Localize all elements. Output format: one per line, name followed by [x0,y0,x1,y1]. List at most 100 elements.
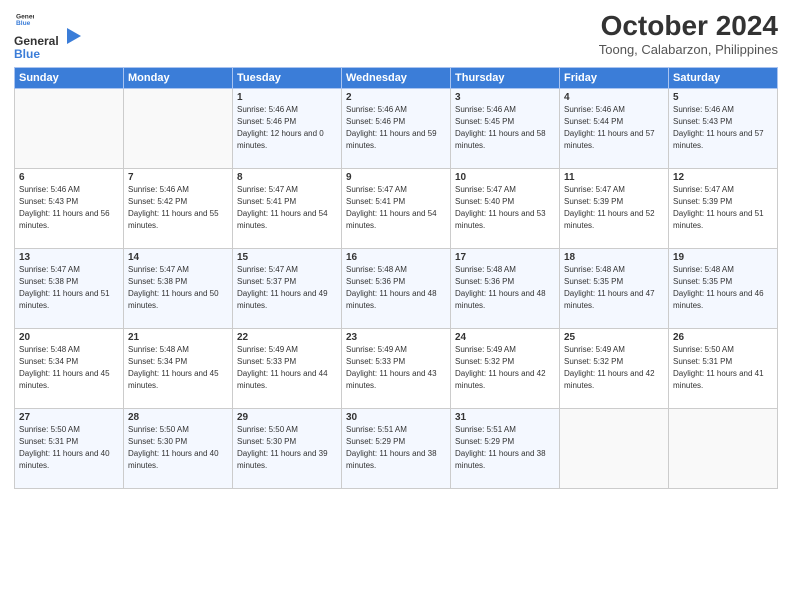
header-wednesday: Wednesday [342,68,451,89]
day-number: 7 [128,172,228,183]
calendar-cell: 7Sunrise: 5:46 AMSunset: 5:42 PMDaylight… [124,169,233,249]
day-number: 20 [19,332,119,343]
day-info: Sunrise: 5:48 AMSunset: 5:34 PMDaylight:… [19,344,119,392]
day-info: Sunrise: 5:50 AMSunset: 5:31 PMDaylight:… [673,344,773,392]
day-number: 31 [455,412,555,423]
day-info: Sunrise: 5:49 AMSunset: 5:32 PMDaylight:… [455,344,555,392]
calendar-cell [560,409,669,489]
week-row-3: 13Sunrise: 5:47 AMSunset: 5:38 PMDayligh… [15,249,778,329]
day-number: 12 [673,172,773,183]
day-number: 5 [673,92,773,103]
calendar-cell: 13Sunrise: 5:47 AMSunset: 5:38 PMDayligh… [15,249,124,329]
calendar-container: General Blue General Blue October 2024 T… [0,0,792,612]
day-info: Sunrise: 5:46 AMSunset: 5:44 PMDaylight:… [564,104,664,152]
day-info: Sunrise: 5:47 AMSunset: 5:40 PMDaylight:… [455,184,555,232]
calendar-cell: 26Sunrise: 5:50 AMSunset: 5:31 PMDayligh… [669,329,778,409]
day-number: 18 [564,252,664,263]
day-info: Sunrise: 5:47 AMSunset: 5:38 PMDaylight:… [19,264,119,312]
day-number: 8 [237,172,337,183]
day-info: Sunrise: 5:47 AMSunset: 5:41 PMDaylight:… [346,184,446,232]
calendar-cell [15,89,124,169]
title-block: October 2024 Toong, Calabarzon, Philippi… [599,10,778,57]
day-number: 4 [564,92,664,103]
week-row-5: 27Sunrise: 5:50 AMSunset: 5:31 PMDayligh… [15,409,778,489]
day-number: 29 [237,412,337,423]
day-number: 30 [346,412,446,423]
calendar-cell: 20Sunrise: 5:48 AMSunset: 5:34 PMDayligh… [15,329,124,409]
day-info: Sunrise: 5:47 AMSunset: 5:38 PMDaylight:… [128,264,228,312]
calendar-cell: 1Sunrise: 5:46 AMSunset: 5:46 PMDaylight… [233,89,342,169]
day-info: Sunrise: 5:47 AMSunset: 5:37 PMDaylight:… [237,264,337,312]
week-row-2: 6Sunrise: 5:46 AMSunset: 5:43 PMDaylight… [15,169,778,249]
day-info: Sunrise: 5:46 AMSunset: 5:45 PMDaylight:… [455,104,555,152]
day-number: 28 [128,412,228,423]
day-info: Sunrise: 5:49 AMSunset: 5:33 PMDaylight:… [237,344,337,392]
day-number: 17 [455,252,555,263]
calendar-cell: 16Sunrise: 5:48 AMSunset: 5:36 PMDayligh… [342,249,451,329]
calendar-cell: 28Sunrise: 5:50 AMSunset: 5:30 PMDayligh… [124,409,233,489]
day-info: Sunrise: 5:46 AMSunset: 5:43 PMDaylight:… [673,104,773,152]
day-info: Sunrise: 5:48 AMSunset: 5:35 PMDaylight:… [564,264,664,312]
day-info: Sunrise: 5:47 AMSunset: 5:39 PMDaylight:… [564,184,664,232]
day-info: Sunrise: 5:46 AMSunset: 5:43 PMDaylight:… [19,184,119,232]
logo: General Blue General Blue [14,10,85,61]
svg-text:General: General [16,13,34,20]
day-info: Sunrise: 5:46 AMSunset: 5:46 PMDaylight:… [346,104,446,152]
day-info: Sunrise: 5:50 AMSunset: 5:30 PMDaylight:… [237,424,337,472]
calendar-cell: 30Sunrise: 5:51 AMSunset: 5:29 PMDayligh… [342,409,451,489]
calendar-cell: 8Sunrise: 5:47 AMSunset: 5:41 PMDaylight… [233,169,342,249]
header-monday: Monday [124,68,233,89]
day-info: Sunrise: 5:47 AMSunset: 5:39 PMDaylight:… [673,184,773,232]
day-number: 9 [346,172,446,183]
day-info: Sunrise: 5:48 AMSunset: 5:36 PMDaylight:… [346,264,446,312]
calendar-table: Sunday Monday Tuesday Wednesday Thursday… [14,67,778,489]
week-row-1: 1Sunrise: 5:46 AMSunset: 5:46 PMDaylight… [15,89,778,169]
day-info: Sunrise: 5:50 AMSunset: 5:31 PMDaylight:… [19,424,119,472]
calendar-cell: 14Sunrise: 5:47 AMSunset: 5:38 PMDayligh… [124,249,233,329]
day-number: 21 [128,332,228,343]
day-number: 27 [19,412,119,423]
logo-arrow-icon [63,25,85,47]
calendar-body: 1Sunrise: 5:46 AMSunset: 5:46 PMDaylight… [15,89,778,489]
calendar-cell: 25Sunrise: 5:49 AMSunset: 5:32 PMDayligh… [560,329,669,409]
calendar-cell [669,409,778,489]
calendar-cell: 5Sunrise: 5:46 AMSunset: 5:43 PMDaylight… [669,89,778,169]
day-number: 13 [19,252,119,263]
day-number: 10 [455,172,555,183]
calendar-cell: 23Sunrise: 5:49 AMSunset: 5:33 PMDayligh… [342,329,451,409]
day-number: 19 [673,252,773,263]
day-info: Sunrise: 5:51 AMSunset: 5:29 PMDaylight:… [455,424,555,472]
calendar-cell: 4Sunrise: 5:46 AMSunset: 5:44 PMDaylight… [560,89,669,169]
calendar-cell: 24Sunrise: 5:49 AMSunset: 5:32 PMDayligh… [451,329,560,409]
header-saturday: Saturday [669,68,778,89]
day-number: 25 [564,332,664,343]
calendar-cell: 31Sunrise: 5:51 AMSunset: 5:29 PMDayligh… [451,409,560,489]
day-info: Sunrise: 5:51 AMSunset: 5:29 PMDaylight:… [346,424,446,472]
day-info: Sunrise: 5:46 AMSunset: 5:46 PMDaylight:… [237,104,337,152]
calendar-cell: 17Sunrise: 5:48 AMSunset: 5:36 PMDayligh… [451,249,560,329]
day-info: Sunrise: 5:48 AMSunset: 5:36 PMDaylight:… [455,264,555,312]
calendar-cell: 6Sunrise: 5:46 AMSunset: 5:43 PMDaylight… [15,169,124,249]
calendar-cell: 3Sunrise: 5:46 AMSunset: 5:45 PMDaylight… [451,89,560,169]
calendar-cell: 10Sunrise: 5:47 AMSunset: 5:40 PMDayligh… [451,169,560,249]
day-info: Sunrise: 5:49 AMSunset: 5:33 PMDaylight:… [346,344,446,392]
calendar-cell: 11Sunrise: 5:47 AMSunset: 5:39 PMDayligh… [560,169,669,249]
calendar-cell: 12Sunrise: 5:47 AMSunset: 5:39 PMDayligh… [669,169,778,249]
day-number: 3 [455,92,555,103]
day-info: Sunrise: 5:47 AMSunset: 5:41 PMDaylight:… [237,184,337,232]
svg-text:Blue: Blue [16,20,31,27]
calendar-cell: 2Sunrise: 5:46 AMSunset: 5:46 PMDaylight… [342,89,451,169]
day-number: 23 [346,332,446,343]
day-info: Sunrise: 5:46 AMSunset: 5:42 PMDaylight:… [128,184,228,232]
logo-line2: Blue [14,48,59,61]
header-tuesday: Tuesday [233,68,342,89]
day-number: 16 [346,252,446,263]
day-number: 2 [346,92,446,103]
calendar-cell: 18Sunrise: 5:48 AMSunset: 5:35 PMDayligh… [560,249,669,329]
day-number: 14 [128,252,228,263]
day-info: Sunrise: 5:48 AMSunset: 5:34 PMDaylight:… [128,344,228,392]
calendar-cell: 29Sunrise: 5:50 AMSunset: 5:30 PMDayligh… [233,409,342,489]
day-info: Sunrise: 5:49 AMSunset: 5:32 PMDaylight:… [564,344,664,392]
day-number: 6 [19,172,119,183]
week-row-4: 20Sunrise: 5:48 AMSunset: 5:34 PMDayligh… [15,329,778,409]
